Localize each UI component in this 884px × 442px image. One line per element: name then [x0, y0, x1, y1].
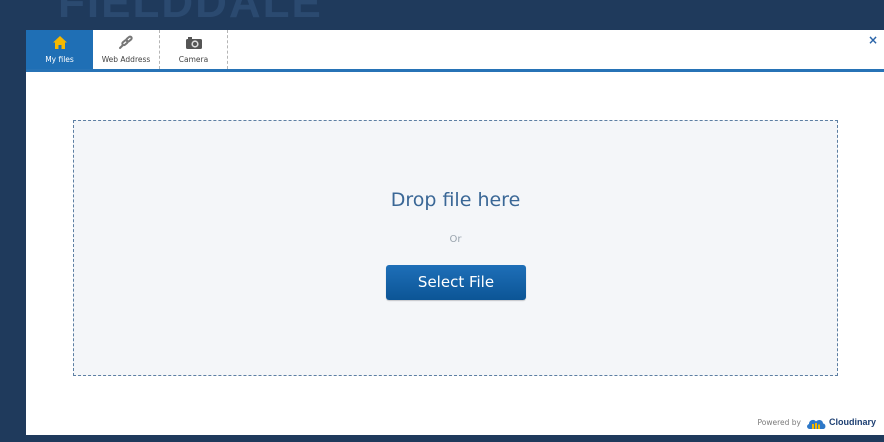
link-icon — [93, 35, 159, 53]
or-separator: Or — [449, 234, 462, 245]
powered-by-footer: Powered by Cloudinary — [757, 415, 876, 429]
cloudinary-brand-name: Cloudinary — [828, 417, 876, 427]
camera-icon — [160, 35, 227, 53]
tab-label: Camera — [178, 55, 209, 64]
cloudinary-logo-icon — [805, 415, 827, 429]
home-icon — [26, 35, 93, 53]
close-button[interactable]: × — [868, 34, 878, 46]
tab-web-address[interactable]: Web Address — [93, 30, 160, 69]
tab-label: Web Address — [101, 55, 151, 64]
background-logo: FIELDDALE — [58, 0, 323, 27]
drop-file-title: Drop file here — [390, 189, 521, 211]
source-tab-bar: My files Web Address Camera × — [26, 30, 884, 72]
powered-by-text: Powered by — [757, 417, 801, 427]
tab-camera[interactable]: Camera — [160, 30, 228, 69]
upload-widget-dialog: My files Web Address Camera × Drop file … — [26, 30, 884, 435]
tab-my-files[interactable]: My files — [26, 30, 93, 69]
select-file-button[interactable]: Select File — [386, 265, 526, 300]
file-drop-zone[interactable]: Drop file here Or Select File — [73, 120, 838, 376]
tab-label: My files — [45, 55, 74, 64]
